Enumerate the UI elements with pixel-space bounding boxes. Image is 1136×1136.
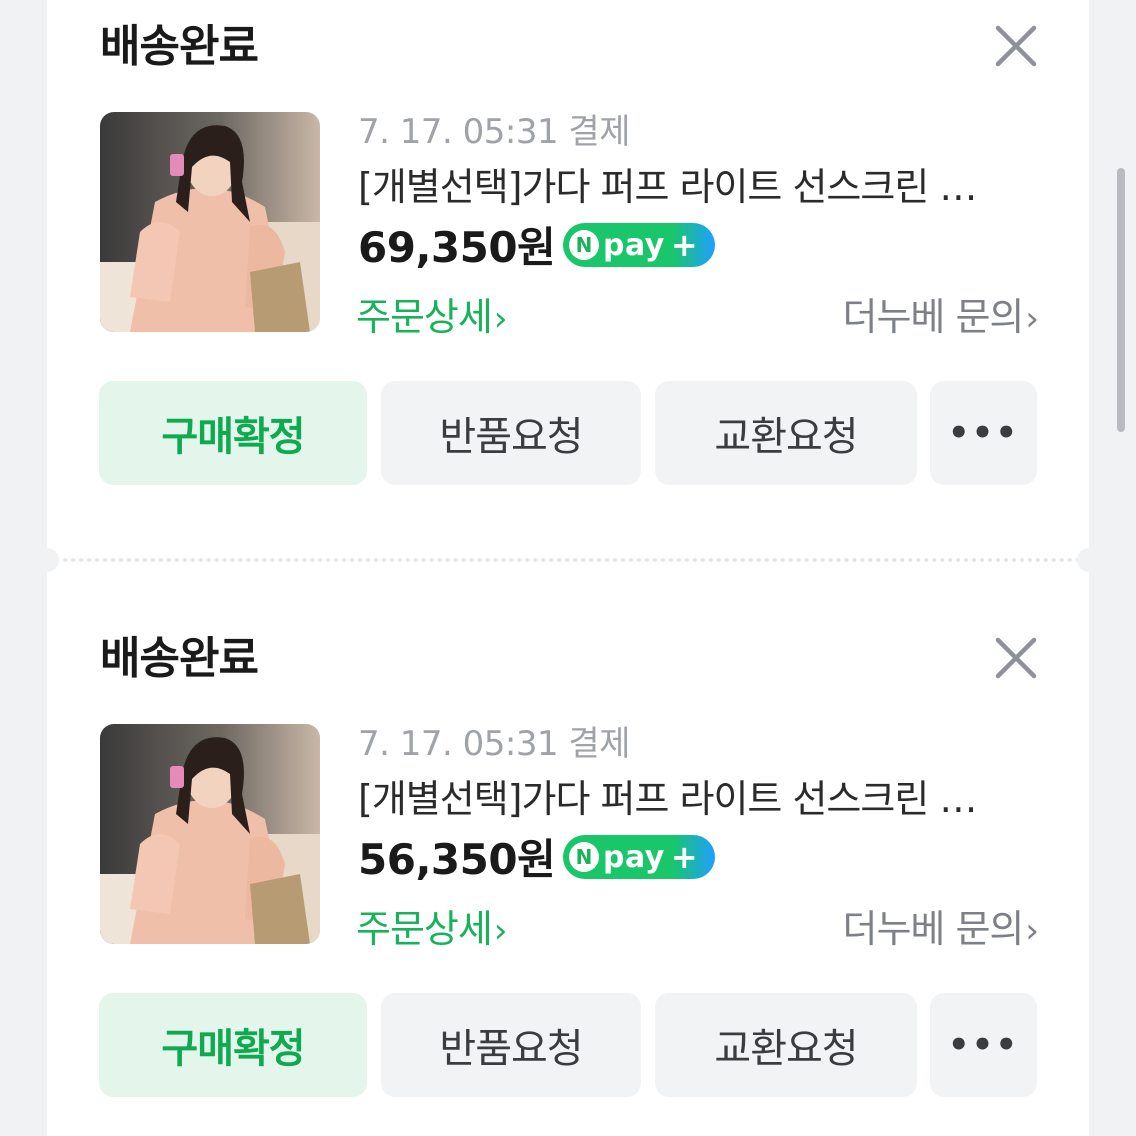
close-icon[interactable]: [992, 22, 1040, 70]
seller-inquiry-label: 더누베 문의: [842, 907, 1025, 951]
delivery-status: 배송완료: [100, 633, 259, 684]
order-detail-link[interactable]: 주문상세›: [356, 898, 508, 953]
delivery-status: 배송완료: [100, 21, 259, 72]
exchange-request-button[interactable]: 교환요청: [655, 993, 917, 1097]
order-card: 배송완료 7. 17. 05:31 결제 [개별선택]가다 퍼프 라이트 선스크…: [47, 612, 1089, 1112]
more-options-button[interactable]: •••: [930, 993, 1037, 1097]
seller-inquiry-link[interactable]: 더누베 문의›: [843, 898, 1039, 953]
seller-inquiry-link[interactable]: 더누베 문의›: [843, 286, 1039, 341]
chevron-right-icon: ›: [493, 299, 508, 339]
npay-plus-badge: N pay +: [563, 835, 715, 879]
npay-label: pay: [603, 839, 665, 875]
payment-date: 7. 17. 05:31 결제: [358, 112, 630, 152]
close-icon[interactable]: [992, 634, 1040, 682]
chevron-right-icon: ›: [1025, 911, 1039, 951]
confirm-purchase-button[interactable]: 구매확정: [99, 381, 367, 485]
order-card: 배송완료 7. 17. 05:31 결제 [개별선택]가다 퍼프 라이트 선스크…: [47, 0, 1089, 500]
payment-date: 7. 17. 05:31 결제: [358, 724, 630, 764]
npay-label: pay: [603, 227, 665, 263]
confirm-purchase-button[interactable]: 구매확정: [99, 993, 367, 1097]
npay-n-icon: N: [569, 842, 599, 872]
order-detail-label: 주문상세: [356, 907, 493, 951]
more-options-button[interactable]: •••: [930, 381, 1037, 485]
chevron-right-icon: ›: [493, 911, 508, 951]
return-request-button[interactable]: 반품요청: [381, 381, 641, 485]
product-thumbnail[interactable]: [100, 724, 320, 944]
chevron-right-icon: ›: [1025, 299, 1039, 339]
seller-inquiry-label: 더누베 문의: [842, 295, 1025, 339]
divider-notch: [35, 548, 59, 572]
order-detail-label: 주문상세: [356, 295, 493, 339]
divider: [47, 558, 1089, 562]
scrollbar[interactable]: [1117, 168, 1125, 432]
divider-notch: [1077, 548, 1101, 572]
order-detail-link[interactable]: 주문상세›: [356, 286, 508, 341]
price: 56,350원: [358, 835, 556, 884]
price: 69,350원: [358, 223, 556, 272]
plus-icon: +: [670, 838, 698, 876]
npay-plus-badge: N pay +: [563, 223, 715, 267]
plus-icon: +: [670, 226, 698, 264]
product-title[interactable]: [개별선택]가다 퍼프 라이트 선스크린 …: [358, 768, 1038, 823]
product-title[interactable]: [개별선택]가다 퍼프 라이트 선스크린 …: [358, 156, 1038, 211]
npay-n-icon: N: [569, 230, 599, 260]
return-request-button[interactable]: 반품요청: [381, 993, 641, 1097]
product-thumbnail[interactable]: [100, 112, 320, 332]
exchange-request-button[interactable]: 교환요청: [655, 381, 917, 485]
